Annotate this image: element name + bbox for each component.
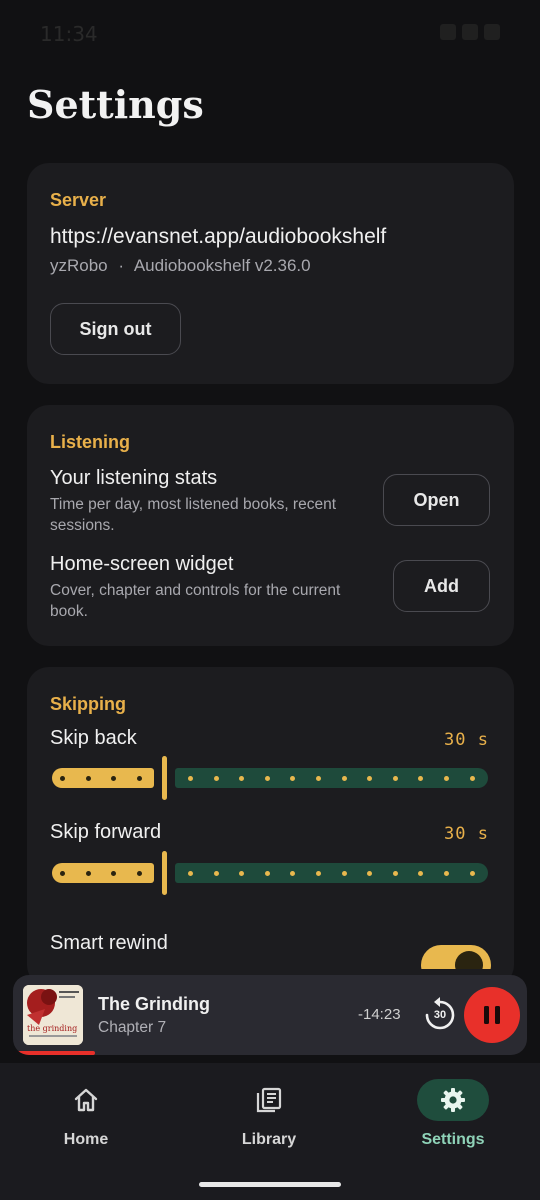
slider-thumb[interactable] — [162, 756, 167, 800]
slider-tick — [444, 871, 449, 876]
slider-tick — [86, 871, 91, 876]
slider-tick — [367, 871, 372, 876]
library-icon — [256, 1087, 282, 1113]
rewind-30-button[interactable]: 30 — [421, 996, 459, 1034]
sign-out-button[interactable]: Sign out — [50, 303, 181, 355]
skip-back-label: Skip back — [50, 727, 137, 749]
skip-forward-label: Skip forward — [50, 821, 162, 843]
battery-icon — [484, 24, 500, 40]
slider-inactive-track — [175, 768, 488, 788]
slider-tick — [290, 776, 295, 781]
slider-tick — [188, 776, 193, 781]
widget-title: Home-screen widget — [50, 553, 234, 575]
listening-stats-title: Your listening stats — [50, 467, 218, 489]
skipping-card: Skipping Skip back 30 s Skip forward 30 … — [27, 667, 514, 987]
slider-tick — [60, 871, 65, 876]
slider-tick — [60, 776, 65, 781]
skip-back-slider[interactable] — [50, 756, 490, 800]
slider-tick — [111, 871, 116, 876]
bottom-nav: Home Library Settings — [0, 1063, 540, 1200]
time-remaining: -14:23 — [358, 1006, 401, 1023]
slider-tick — [239, 871, 244, 876]
slider-tick — [470, 776, 475, 781]
rewind-seconds: 30 — [433, 1009, 447, 1021]
pause-icon — [484, 1006, 500, 1024]
smart-rewind-label: Smart rewind — [50, 932, 168, 954]
server-meta: yzRobo · Audiobookshelf v2.36.0 — [50, 256, 311, 276]
server-user: yzRobo — [50, 256, 108, 275]
nav-library[interactable]: Library — [214, 1079, 324, 1159]
slider-tick — [214, 871, 219, 876]
slider-tick — [86, 776, 91, 781]
home-icon — [74, 1088, 98, 1112]
server-card: Server https://evansnet.app/audiobookshe… — [27, 163, 514, 384]
slider-tick — [393, 871, 398, 876]
skip-back-value: 30 s — [444, 730, 489, 750]
server-version: Audiobookshelf v2.36.0 — [133, 256, 311, 275]
slider-tick — [265, 871, 270, 876]
status-time: 11:34 — [40, 22, 98, 46]
slider-tick — [239, 776, 244, 781]
now-playing-chapter: Chapter 7 — [98, 1019, 167, 1036]
slider-tick — [137, 871, 142, 876]
meta-separator: · — [118, 256, 125, 275]
slider-tick — [265, 776, 270, 781]
slider-tick — [393, 776, 398, 781]
cover-title-text: the grinding — [27, 1024, 78, 1033]
nav-library-label: Library — [241, 1131, 297, 1148]
open-stats-button[interactable]: Open — [383, 474, 490, 526]
server-url: https://evansnet.app/audiobookshelf — [50, 225, 387, 248]
slider-tick — [316, 776, 321, 781]
slider-tick — [290, 871, 295, 876]
signal-icon — [462, 24, 478, 40]
slider-tick — [418, 871, 423, 876]
page-title: Settings — [27, 82, 204, 127]
slider-tick — [137, 776, 142, 781]
slider-tick — [418, 776, 423, 781]
slider-tick — [342, 871, 347, 876]
book-cover: the grinding — [23, 985, 83, 1045]
widget-desc: Cover, chapter and controls for the curr… — [50, 582, 341, 620]
slider-tick — [470, 871, 475, 876]
listening-card: Listening Your listening stats Time per … — [27, 405, 514, 646]
nav-home-label: Home — [63, 1131, 109, 1148]
add-widget-button[interactable]: Add — [393, 560, 490, 612]
pause-button[interactable] — [464, 987, 520, 1043]
listening-section-label: Listening — [50, 432, 130, 452]
status-bar: 11:34 — [0, 0, 540, 66]
skipping-section-label: Skipping — [50, 694, 126, 714]
wifi-icon — [440, 24, 456, 40]
skip-forward-value: 30 s — [444, 824, 489, 844]
gesture-handle — [199, 1182, 341, 1187]
now-playing-title: The Grinding — [98, 994, 210, 1014]
server-section-label: Server — [50, 190, 107, 210]
nav-settings[interactable]: Settings — [398, 1079, 508, 1159]
slider-tick — [111, 776, 116, 781]
slider-tick — [316, 871, 321, 876]
nav-settings-label: Settings — [421, 1131, 485, 1148]
slider-inactive-track — [175, 863, 488, 883]
slider-tick — [444, 776, 449, 781]
status-icons — [440, 24, 500, 40]
now-playing-bar[interactable]: the grinding The Grinding Chapter 7 -14:… — [13, 975, 527, 1055]
slider-tick — [367, 776, 372, 781]
slider-tick — [188, 871, 193, 876]
slider-tick — [214, 776, 219, 781]
slider-thumb[interactable] — [162, 851, 167, 895]
listening-stats-desc: Time per day, most listened books, recen… — [50, 496, 337, 534]
smart-rewind-toggle[interactable] — [421, 945, 491, 969]
slider-tick — [342, 776, 347, 781]
skip-forward-slider[interactable] — [50, 851, 490, 895]
playback-progress — [13, 1051, 527, 1055]
nav-home[interactable]: Home — [31, 1079, 141, 1159]
playback-progress-fill — [13, 1051, 96, 1055]
gear-icon — [441, 1088, 465, 1112]
